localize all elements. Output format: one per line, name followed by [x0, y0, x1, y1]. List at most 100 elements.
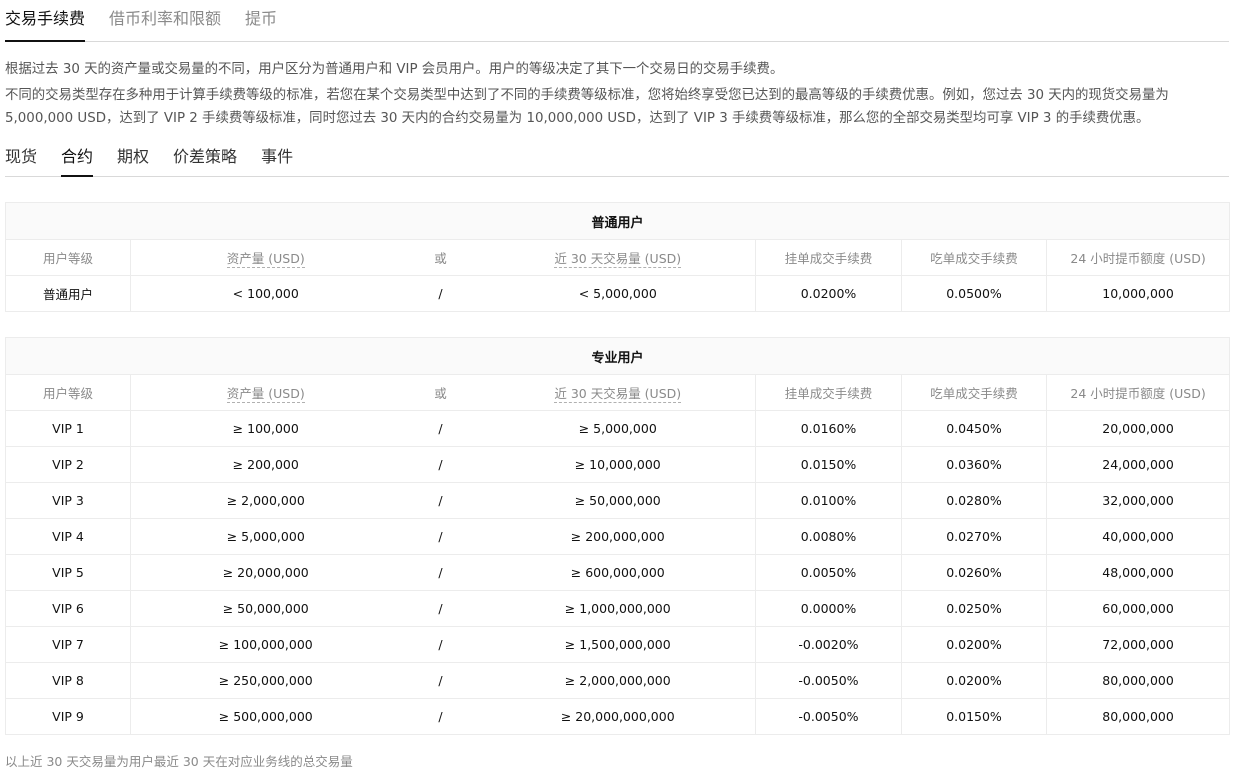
cell-withdraw-limit: 60,000,000 — [1045, 590, 1231, 627]
cell-assets: < 100,000 — [130, 275, 401, 312]
tab-futures[interactable]: 合约 — [61, 137, 94, 177]
col-header-taker: 吃单成交手续费 — [901, 374, 1047, 411]
cell-volume: ≥ 50,000,000 — [480, 482, 756, 519]
regular-table-body: 普通用户 < 100,000/< 5,000,000 0.0200% 0.0500% 1… — [5, 275, 1231, 312]
table-header-row: 用户等级 资产量 (USD) 或 近 30 天交易量 (USD) 挂单成交手续费… — [5, 239, 1231, 276]
tab-spread[interactable]: 价差策略 — [173, 137, 237, 176]
cell-level: VIP 3 — [5, 482, 131, 519]
table-row: VIP 2 ≥ 200,000/≥ 10,000,000 0.0150% 0.0360… — [5, 446, 1231, 483]
col-header-maker: 挂单成交手续费 — [755, 239, 902, 276]
product-tab-bar: 现货 合约 期权 价差策略 事件 — [5, 138, 1229, 177]
cell-level: VIP 5 — [5, 554, 131, 591]
cell-taker-fee: 0.0260% — [901, 554, 1047, 591]
cell-level: 普通用户 — [5, 275, 131, 312]
cell-withdraw-limit: 48,000,000 — [1045, 554, 1231, 591]
assets-tooltip-label[interactable]: 资产量 (USD) — [226, 251, 305, 268]
cell-maker-fee: 0.0150% — [755, 446, 902, 483]
cell-volume: ≥ 1,000,000,000 — [480, 590, 756, 627]
col-header-volume[interactable]: 近 30 天交易量 (USD) — [480, 374, 756, 411]
fee-description-1: 根据过去 30 天的资产量或交易量的不同，用户区分为普通用户和 VIP 会员用户… — [5, 62, 784, 77]
cell-taker-fee: 0.0450% — [901, 410, 1047, 447]
tab-borrow-rate[interactable]: 借币利率和限额 — [109, 0, 221, 41]
cell-or: / — [400, 446, 481, 483]
cell-maker-fee: 0.0200% — [755, 275, 902, 312]
cell-or: / — [400, 662, 481, 699]
cell-volume: ≥ 1,500,000,000 — [480, 626, 756, 663]
cell-level: VIP 6 — [5, 590, 131, 627]
cell-or: / — [400, 626, 481, 663]
table-row: VIP 9 ≥ 500,000,000/≥ 20,000,000,000 -0.00… — [5, 698, 1231, 735]
cell-withdraw-limit: 80,000,000 — [1045, 698, 1231, 735]
cell-assets: ≥ 500,000,000 — [130, 698, 401, 735]
cell-volume: ≥ 10,000,000 — [480, 446, 756, 483]
col-header-assets[interactable]: 资产量 (USD) — [130, 239, 401, 276]
cell-level: VIP 2 — [5, 446, 131, 483]
cell-taker-fee: 0.0150% — [901, 698, 1047, 735]
tab-withdraw[interactable]: 提币 — [245, 0, 277, 41]
col-header-level: 用户等级 — [5, 374, 131, 411]
cell-maker-fee: 0.0000% — [755, 590, 902, 627]
cell-volume: < 5,000,000 — [480, 275, 756, 312]
cell-withdraw-limit: 24,000,000 — [1045, 446, 1231, 483]
cell-maker-fee: -0.0050% — [755, 698, 902, 735]
cell-assets: ≥ 100,000,000 — [130, 626, 401, 663]
regular-user-table: 普通用户 用户等级 资产量 (USD) 或 近 30 天交易量 (USD) 挂单… — [4, 202, 1231, 312]
cell-assets: ≥ 5,000,000 — [130, 518, 401, 555]
table-row: VIP 3 ≥ 2,000,000/≥ 50,000,000 0.0100% 0.02… — [5, 482, 1231, 519]
table-row: VIP 8 ≥ 250,000,000/≥ 2,000,000,000 -0.005… — [5, 662, 1231, 699]
table-row: VIP 5 ≥ 20,000,000/≥ 600,000,000 0.0050% 0.… — [5, 554, 1231, 591]
cell-or: / — [400, 275, 481, 312]
col-header-maker: 挂单成交手续费 — [755, 374, 902, 411]
pro-table-body: VIP 1 ≥ 100,000/≥ 5,000,000 0.0160% 0.0450%… — [5, 410, 1231, 735]
cell-or: / — [400, 554, 481, 591]
cell-taker-fee: 0.0360% — [901, 446, 1047, 483]
col-header-withdraw: 24 小时提币额度 (USD) — [1045, 374, 1231, 411]
assets-tooltip-label[interactable]: 资产量 (USD) — [226, 386, 305, 403]
footnote: 以上近 30 天交易量为用户最近 30 天在对应业务线的总交易量 — [5, 754, 353, 769]
cell-withdraw-limit: 20,000,000 — [1045, 410, 1231, 447]
volume-tooltip-label[interactable]: 近 30 天交易量 (USD) — [554, 386, 682, 403]
col-header-withdraw: 24 小时提币额度 (USD) — [1045, 239, 1231, 276]
cell-level: VIP 1 — [5, 410, 131, 447]
pro-user-table: 专业用户 用户等级 资产量 (USD) 或 近 30 天交易量 (USD) 挂单… — [4, 337, 1231, 735]
table-title: 普通用户 — [4, 202, 1231, 240]
col-header-volume[interactable]: 近 30 天交易量 (USD) — [480, 239, 756, 276]
table-row: VIP 6 ≥ 50,000,000/≥ 1,000,000,000 0.0000%… — [5, 590, 1231, 627]
cell-assets: ≥ 20,000,000 — [130, 554, 401, 591]
table-row: VIP 1 ≥ 100,000/≥ 5,000,000 0.0160% 0.0450%… — [5, 410, 1231, 447]
cell-withdraw-limit: 40,000,000 — [1045, 518, 1231, 555]
fee-page: 交易手续费 借币利率和限额 提币 根据过去 30 天的资产量或交易量的不同，用户… — [0, 0, 1249, 773]
cell-maker-fee: 0.0160% — [755, 410, 902, 447]
cell-taker-fee: 0.0250% — [901, 590, 1047, 627]
cell-assets: ≥ 50,000,000 — [130, 590, 401, 627]
cell-maker-fee: 0.0100% — [755, 482, 902, 519]
cell-or: / — [400, 482, 481, 519]
cell-maker-fee: 0.0050% — [755, 554, 902, 591]
col-header-assets[interactable]: 资产量 (USD) — [130, 374, 401, 411]
table-header-row: 用户等级 资产量 (USD) 或 近 30 天交易量 (USD) 挂单成交手续费… — [5, 374, 1231, 411]
table-row: VIP 7 ≥ 100,000,000/≥ 1,500,000,000 -0.002… — [5, 626, 1231, 663]
cell-or: / — [400, 518, 481, 555]
cell-or: / — [400, 410, 481, 447]
cell-taker-fee: 0.0270% — [901, 518, 1047, 555]
tab-trading-fee[interactable]: 交易手续费 — [5, 0, 86, 42]
tab-events[interactable]: 事件 — [261, 137, 293, 176]
cell-withdraw-limit: 10,000,000 — [1045, 275, 1231, 312]
cell-or: / — [400, 698, 481, 735]
cell-volume: ≥ 5,000,000 — [480, 410, 756, 447]
col-header-taker: 吃单成交手续费 — [901, 239, 1047, 276]
tab-options[interactable]: 期权 — [117, 137, 149, 176]
fee-description-2: 不同的交易类型存在多种用于计算手续费等级的标准，若您在某个交易类型中达到了不同的… — [5, 88, 1169, 126]
cell-volume: ≥ 600,000,000 — [480, 554, 756, 591]
table-row: 普通用户 < 100,000/< 5,000,000 0.0200% 0.0500% 1… — [5, 275, 1231, 312]
cell-level: VIP 9 — [5, 698, 131, 735]
top-tab-bar: 交易手续费 借币利率和限额 提币 — [5, 0, 1229, 42]
cell-volume: ≥ 2,000,000,000 — [480, 662, 756, 699]
cell-taker-fee: 0.0200% — [901, 626, 1047, 663]
cell-maker-fee: -0.0050% — [755, 662, 902, 699]
table-row: VIP 4 ≥ 5,000,000/≥ 200,000,000 0.0080% 0.0… — [5, 518, 1231, 555]
volume-tooltip-label[interactable]: 近 30 天交易量 (USD) — [554, 251, 682, 268]
cell-or: / — [400, 590, 481, 627]
tab-spot[interactable]: 现货 — [5, 137, 37, 176]
cell-maker-fee: 0.0080% — [755, 518, 902, 555]
